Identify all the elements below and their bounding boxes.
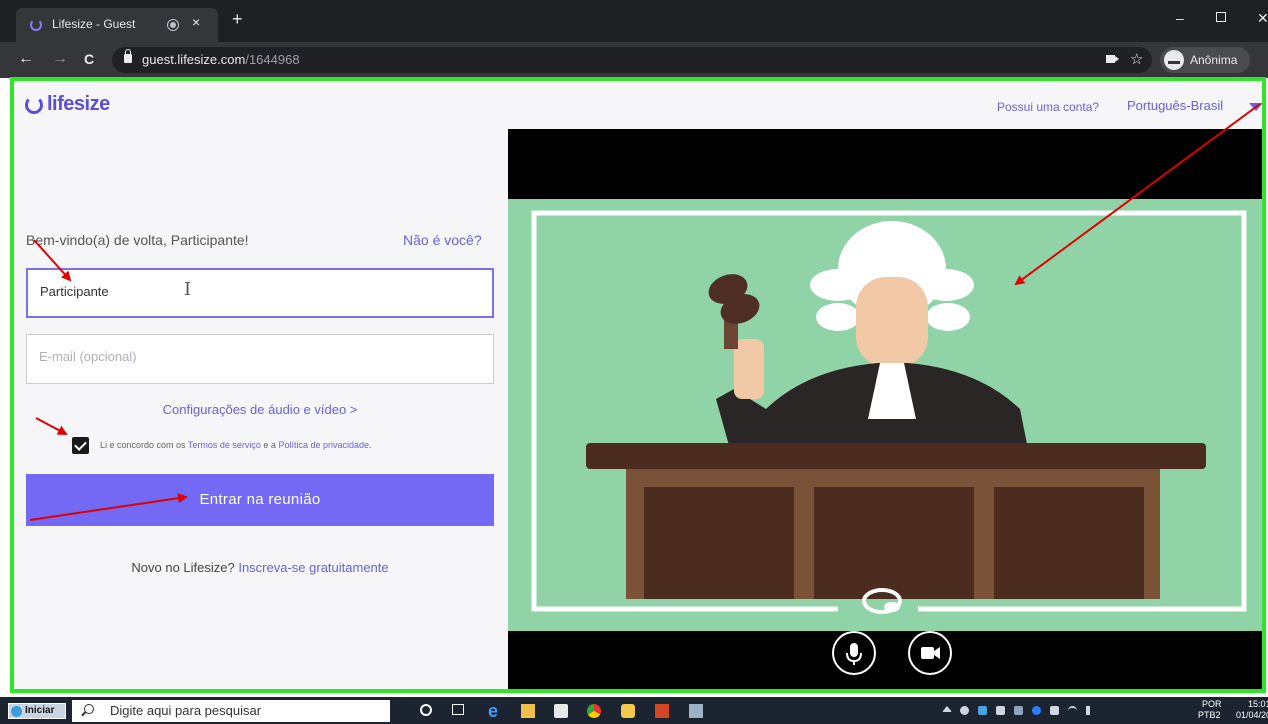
terms-suffix: . <box>369 440 372 450</box>
logo-text: lifesize <box>47 93 110 115</box>
recording-indicator-icon <box>168 20 178 30</box>
reload-button[interactable]: C <box>84 50 94 68</box>
email-field[interactable] <box>26 334 494 384</box>
bluetooth-icon[interactable] <box>1032 706 1041 715</box>
wifi-icon[interactable] <box>1068 706 1077 715</box>
email-input[interactable] <box>39 349 479 364</box>
name-field[interactable]: I <box>26 268 494 318</box>
url-path: /1644968 <box>245 52 300 67</box>
sign-in-link[interactable]: Possui uma conta? <box>997 100 1099 114</box>
edge-icon[interactable]: e <box>488 702 502 720</box>
lock-icon[interactable] <box>124 49 132 63</box>
lifesize-logo-icon <box>25 96 43 114</box>
browser-menu-icon[interactable]: ⋮ <box>1262 52 1268 69</box>
incognito-label: Anônima <box>1190 53 1238 67</box>
signup-prefix: Novo no Lifesize? <box>131 560 239 575</box>
powerpoint-icon[interactable] <box>655 704 669 718</box>
judge-avatar-image <box>508 199 1262 631</box>
close-window-button[interactable]: ✕ <box>1257 10 1268 27</box>
privacy-policy-link[interactable]: Política de privacidade <box>278 440 369 450</box>
taskbar-search-placeholder: Digite aqui para pesquisar <box>110 703 262 718</box>
lock-app-icon[interactable] <box>621 704 635 718</box>
forward-button[interactable]: → <box>52 50 68 68</box>
taskbar-search[interactable]: Digite aqui para pesquisar <box>72 700 390 722</box>
start-label: Iniciar <box>25 705 55 716</box>
microphone-icon <box>846 643 862 665</box>
terms-of-service-link[interactable]: Termos de serviço <box>188 440 261 450</box>
not-you-link[interactable]: Não é você? <box>403 232 482 248</box>
name-input[interactable] <box>40 284 480 299</box>
app-icon[interactable] <box>689 704 703 718</box>
start-button[interactable]: Iniciar <box>8 703 66 719</box>
chevron-down-icon[interactable] <box>1249 103 1262 111</box>
camera-in-use-icon[interactable] <box>1106 55 1119 63</box>
maximize-button[interactable] <box>1216 12 1226 22</box>
incognito-badge[interactable]: Anônima <box>1160 47 1250 73</box>
tray-app-icon[interactable] <box>978 706 987 715</box>
file-explorer-icon[interactable] <box>521 704 535 718</box>
page-viewport: lifesize Possui uma conta? Português-Bra… <box>10 77 1266 693</box>
printer-icon[interactable] <box>1014 706 1023 715</box>
signup-row: Novo no Lifesize? Inscreva-se gratuitame… <box>14 560 506 575</box>
network-monitor-icon[interactable] <box>996 706 1005 715</box>
terms-text: Li e concordo com os Termos de serviço e… <box>100 440 372 450</box>
onedrive-icon[interactable] <box>960 706 969 715</box>
video-preview <box>508 129 1262 689</box>
terms-checkbox[interactable] <box>72 437 89 454</box>
camera-icon <box>921 647 940 659</box>
chrome-icon[interactable] <box>587 704 601 718</box>
back-button[interactable]: ← <box>18 50 34 68</box>
terms-mid: e a <box>260 440 279 450</box>
clock-time[interactable]: 15:01 <box>1248 699 1268 709</box>
keyboard-layout[interactable]: PTB2 <box>1198 710 1221 720</box>
signup-link[interactable]: Inscreva-se gratuitamente <box>238 560 388 575</box>
windows-taskbar: Iniciar Digite aqui para pesquisar e POR… <box>0 697 1268 724</box>
store-icon[interactable] <box>554 704 568 718</box>
tab-title: Lifesize - Guest <box>52 17 136 31</box>
terms-prefix: Li e concordo com os <box>100 440 188 450</box>
browser-tab-bar: Lifesize - Guest × + – ✕ <box>0 0 1268 42</box>
minimize-button[interactable]: – <box>1176 10 1184 26</box>
incognito-icon <box>1164 50 1184 70</box>
cortana-icon[interactable] <box>420 704 432 716</box>
chevron-up-icon[interactable] <box>942 706 952 712</box>
url-domain: guest.lifesize.com <box>142 52 246 67</box>
clock-date[interactable]: 01/04/2020 <box>1236 710 1268 720</box>
tab-close-icon[interactable]: × <box>192 14 200 30</box>
task-view-icon[interactable] <box>452 704 464 715</box>
url-text: guest.lifesize.com/1644968 <box>142 52 300 67</box>
language-select[interactable]: Português-Brasil <box>1127 98 1223 113</box>
audio-video-settings-link[interactable]: Configurações de áudio e vídeo > <box>14 402 506 417</box>
microphone-button[interactable] <box>832 631 876 675</box>
input-language[interactable]: POR <box>1202 699 1222 709</box>
join-meeting-button[interactable]: Entrar na reunião <box>26 474 494 526</box>
lifesize-favicon-icon <box>30 19 42 31</box>
welcome-message: Bem-vindo(a) de volta, Participante! <box>26 232 249 248</box>
camera-button[interactable] <box>908 631 952 675</box>
battery-icon[interactable] <box>1050 706 1059 715</box>
text-cursor-icon: I <box>184 279 192 300</box>
new-tab-button[interactable]: + <box>232 10 243 28</box>
windows-orb-icon <box>11 706 22 717</box>
search-icon <box>84 704 94 714</box>
browser-tab[interactable]: Lifesize - Guest × <box>16 8 218 42</box>
volume-icon[interactable] <box>1086 706 1095 715</box>
bookmark-star-icon[interactable]: ☆ <box>1130 50 1143 68</box>
address-bar[interactable]: guest.lifesize.com/1644968 <box>112 47 1152 73</box>
browser-toolbar: ← → C guest.lifesize.com/1644968 ☆ Anôni… <box>0 42 1268 78</box>
